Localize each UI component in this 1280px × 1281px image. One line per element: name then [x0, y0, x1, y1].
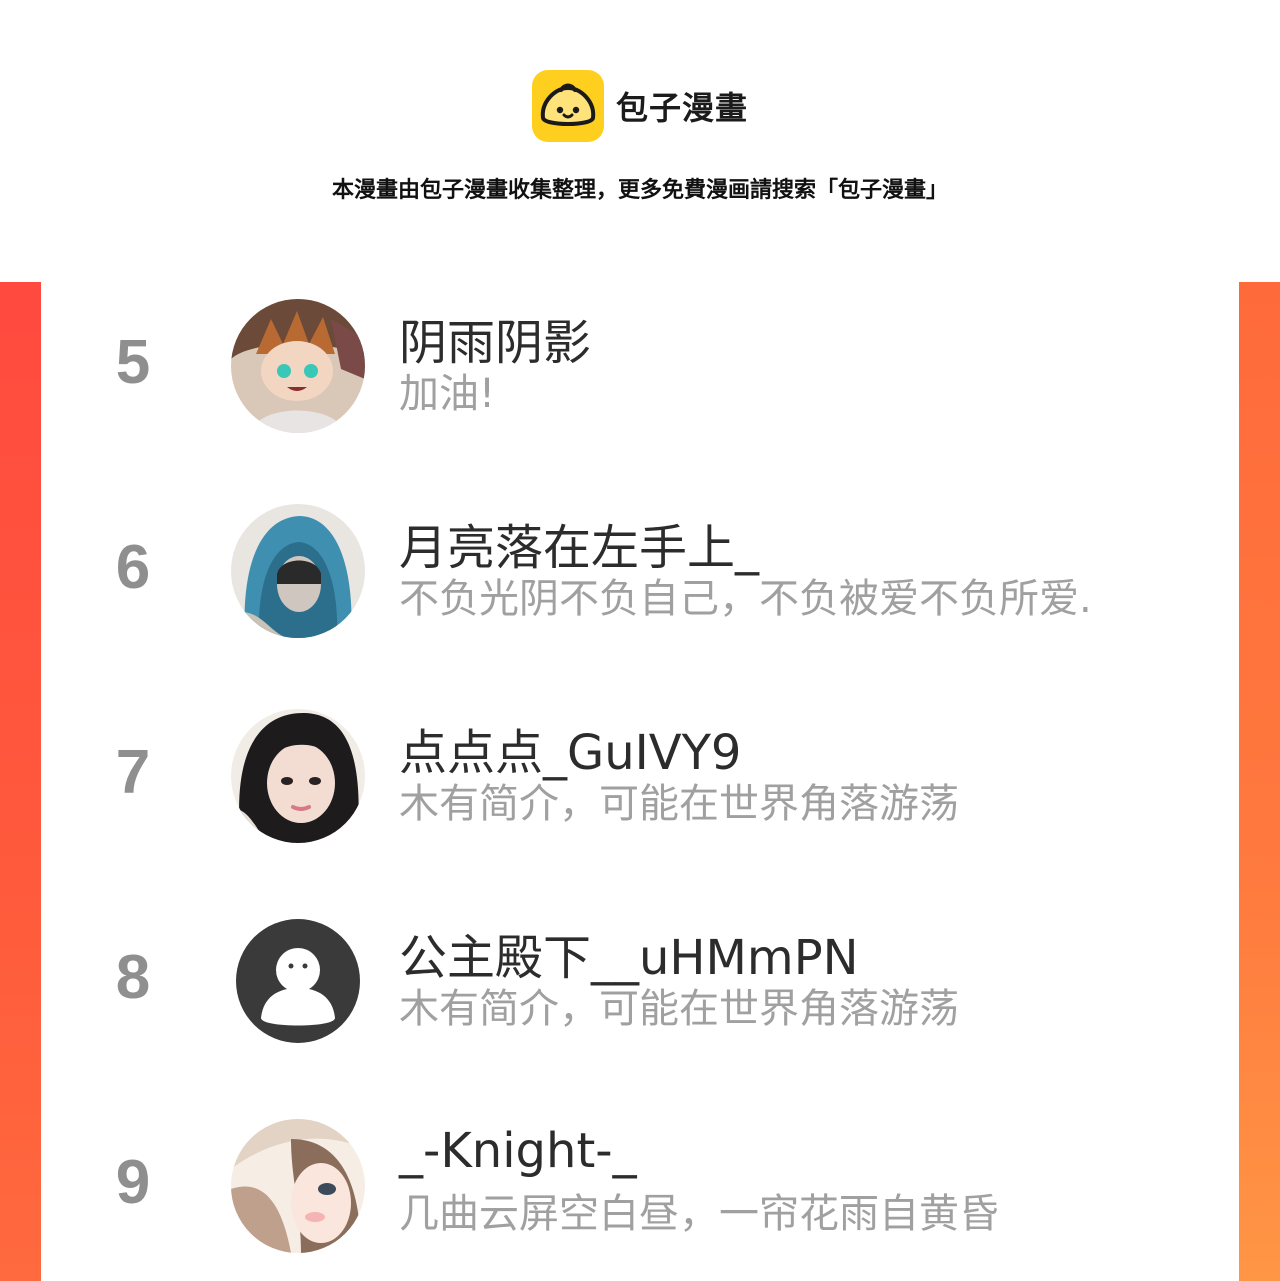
- anime-girl-avatar[interactable]: [231, 1119, 365, 1253]
- default-user-avatar[interactable]: [231, 914, 365, 1048]
- ranking-row[interactable]: 7 点点点_GuIVY9 木有简介，可能在世界角落游荡: [41, 709, 1239, 849]
- baozi-icon: [532, 70, 604, 142]
- ranking-row[interactable]: 5 阴雨阴影 加油!: [41, 299, 1239, 439]
- user-bio: 木有简介，可能在世界角落游荡: [399, 986, 959, 1032]
- user-bio: 加油!: [399, 371, 496, 417]
- rank-number: 7: [115, 738, 151, 807]
- girl-photo-avatar[interactable]: [231, 709, 365, 843]
- source-notice: 本漫畫由包子漫畫收集整理，更多免費漫画請搜索「包子漫畫」: [331, 178, 948, 203]
- brand-logo[interactable]: 包子漫畫: [532, 70, 748, 142]
- rank-number: 6: [115, 533, 151, 602]
- user-bio: 木有简介，可能在世界角落游荡: [399, 781, 959, 827]
- right-accent-bar: [1239, 282, 1280, 1281]
- left-accent-bar: [0, 282, 41, 1281]
- ranking-row[interactable]: 8 公主殿下__uHMmPN 木有简介，可能在世界角落游荡: [41, 914, 1239, 1054]
- hooded-person-avatar[interactable]: [231, 504, 365, 638]
- user-bio: 不负光阴不负自己，不负被爱不负所爱.: [399, 576, 1092, 622]
- brand-name: 包子漫畫: [616, 89, 749, 127]
- ranking-row[interactable]: 6 月亮落在左手上_ 不负光阴不负自己，不负被爱不负所爱.: [41, 504, 1239, 644]
- rank-number: 8: [115, 943, 151, 1012]
- user-bio: 几曲云屏空白昼，一帘花雨自黄昏: [399, 1191, 999, 1237]
- ranking-row[interactable]: 9 _-Knight-_ 几曲云屏空白昼，一帘花雨自黄昏: [41, 1119, 1239, 1259]
- anime-boy-avatar[interactable]: [231, 299, 365, 433]
- rank-number: 9: [115, 1148, 151, 1217]
- rank-number: 5: [115, 328, 151, 397]
- page-header: 包子漫畫 本漫畫由包子漫畫收集整理，更多免費漫画請搜索「包子漫畫」: [0, 0, 1280, 282]
- user-name[interactable]: _-Knight-_: [399, 1123, 637, 1179]
